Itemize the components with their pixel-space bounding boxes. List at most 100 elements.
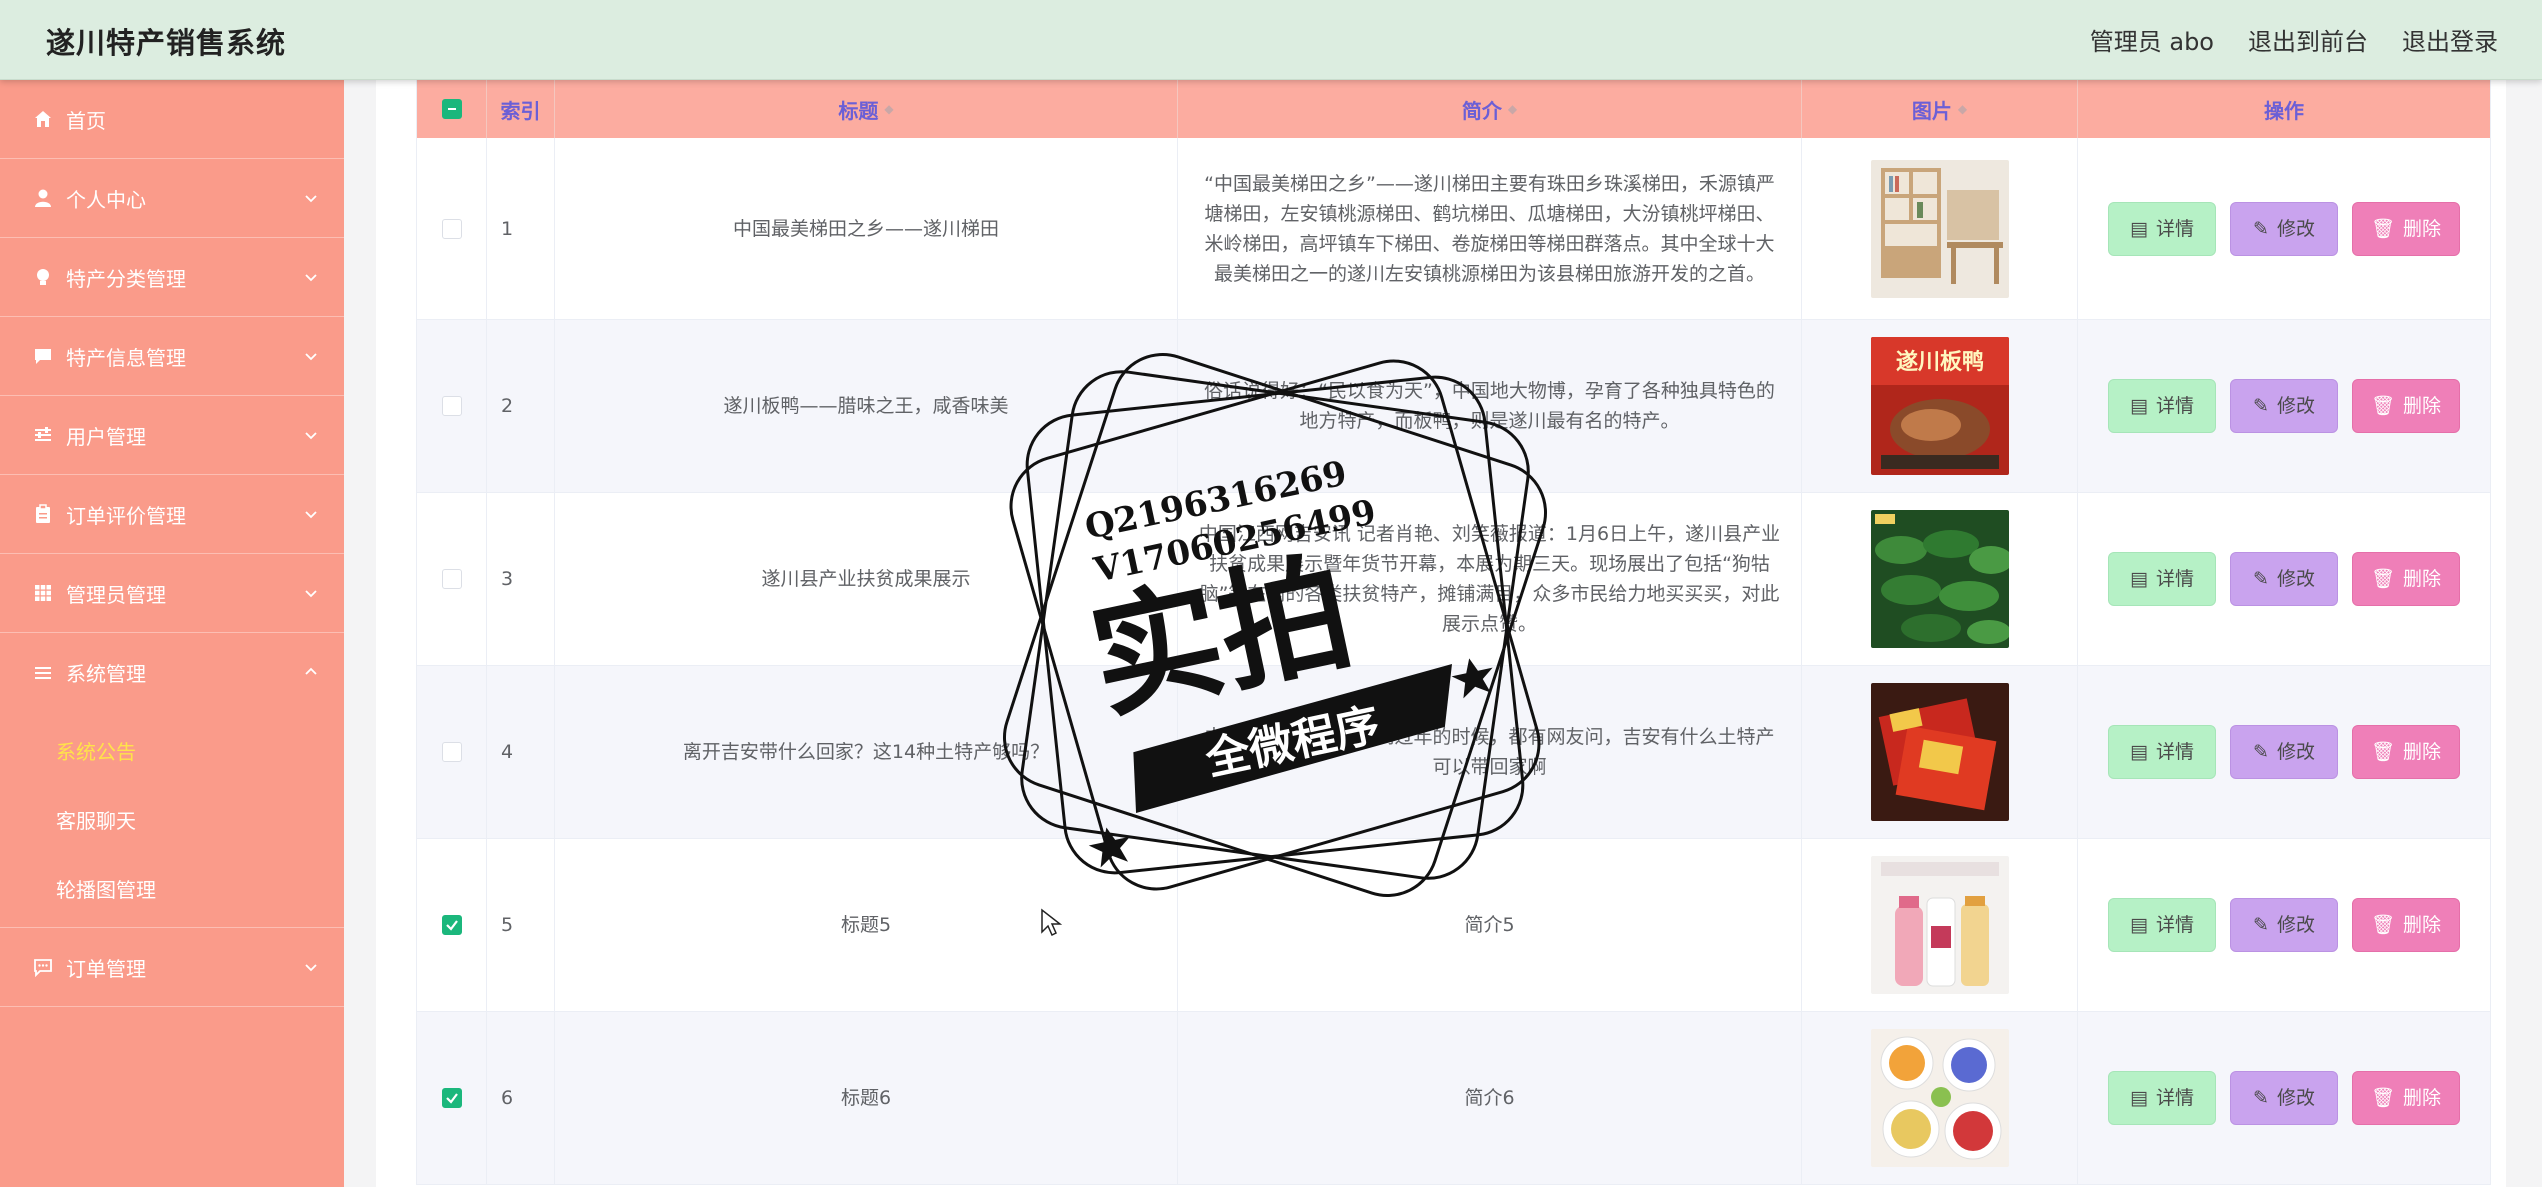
detail-button[interactable]: ▤ 详情 — [2108, 725, 2216, 779]
row-check-cell — [417, 138, 487, 319]
row-image-cell — [1802, 666, 2078, 838]
row-check-cell — [417, 666, 487, 838]
sidebar-item-label: 特产信息管理 — [66, 345, 186, 370]
row-checkbox[interactable] — [441, 569, 462, 589]
sidebar-sub-chat[interactable]: 客服聊天 — [0, 785, 344, 854]
sidebar-item-orders[interactable]: 订单管理 — [0, 928, 344, 1007]
bookshelf-image[interactable] — [1870, 159, 2009, 298]
edit-label: 修改 — [2276, 217, 2315, 240]
gift-box-image[interactable] — [1870, 683, 2009, 821]
user-icon — [32, 187, 54, 209]
header-index: 索引 — [487, 80, 555, 138]
row-index: 5 — [487, 839, 555, 1011]
edit-button[interactable]: ✎ 修改 — [2230, 552, 2338, 606]
sidebar: 首页 个人中心 特产分类管理 特产信息管理 用户管理 订单评价管理 管理员管理 … — [0, 80, 344, 1187]
delete-label: 删除 — [2403, 914, 2442, 936]
detail-button[interactable]: ▤ 详情 — [2108, 898, 2216, 952]
sort-icon[interactable]: ◆ — [1958, 102, 1967, 116]
header-image[interactable]: 图片 ◆ — [1802, 80, 2078, 138]
system-submenu: 系统公告 客服聊天 轮播图管理 — [0, 712, 344, 928]
row-checkbox[interactable] — [441, 218, 462, 239]
sidebar-item-home[interactable]: 首页 — [0, 80, 344, 159]
exit-to-front-link[interactable]: 退出到前台 — [2248, 22, 2368, 57]
admin-user-label[interactable]: 管理员 abo — [2090, 22, 2214, 57]
row-checkbox[interactable] — [441, 396, 462, 416]
document-icon: ▤ — [2130, 741, 2148, 763]
row-image-cell — [1802, 1012, 2078, 1184]
pencil-icon: ✎ — [2253, 395, 2269, 417]
delete-button[interactable]: 🗑 删除 — [2352, 1071, 2460, 1125]
chat-icon — [32, 956, 54, 978]
row-check-cell — [417, 1012, 487, 1184]
row-check-cell — [417, 320, 487, 492]
leaf-wrap-image[interactable] — [1870, 510, 2009, 648]
logout-link[interactable]: 退出登录 — [2402, 22, 2498, 57]
edit-button[interactable]: ✎ 修改 — [2230, 201, 2338, 256]
drink-bottles-image[interactable] — [1870, 856, 2009, 994]
row-intro: 俗话说得好：“民以食为天”，中国地大物博，孕育了各种独具特色的地方特产，而板鸭，… — [1178, 320, 1802, 492]
delete-button[interactable]: 🗑 删除 — [2352, 725, 2460, 779]
sidebar-sub-carousel[interactable]: 轮播图管理 — [0, 854, 344, 923]
detail-button[interactable]: ▤ 详情 — [2108, 1071, 2216, 1125]
row-intro: 简介5 — [1178, 839, 1802, 1011]
sidebar-item-category[interactable]: 特产分类管理 — [0, 238, 344, 317]
edit-button[interactable]: ✎ 修改 — [2230, 1071, 2338, 1125]
detail-button[interactable]: ▤ 详情 — [2108, 201, 2216, 256]
detail-button[interactable]: ▤ 详情 — [2108, 379, 2216, 433]
header-intro[interactable]: 简介 ◆ — [1178, 80, 1802, 138]
row-ops: ▤ 详情 ✎ 修改 🗑 删除 — [2078, 666, 2490, 838]
delete-label: 删除 — [2403, 568, 2442, 590]
sidebar-sub-notice[interactable]: 系统公告 — [0, 716, 344, 785]
delete-label: 删除 — [2403, 395, 2442, 417]
row-ops: ▤ 详情 ✎ 修改 🗑 删除 — [2078, 138, 2490, 319]
delete-button[interactable]: 🗑 删除 — [2352, 379, 2460, 433]
row-checkbox[interactable] — [441, 915, 462, 935]
header-title[interactable]: 标题 ◆ — [555, 80, 1178, 138]
header-actions: 管理员 abo 退出到前台 退出登录 — [2090, 22, 2498, 57]
row-checkbox[interactable] — [441, 742, 462, 762]
delete-label: 删除 — [2403, 741, 2442, 763]
row-title: 标题5 — [555, 839, 1178, 1011]
sidebar-item-product-info[interactable]: 特产信息管理 — [0, 317, 344, 396]
table-row: 3 遂川县产业扶贫成果展示 中国江西网吉安讯 记者肖艳、刘笑薇报道：1月6日上午… — [417, 493, 2490, 666]
fruit-bowls-image[interactable] — [1870, 1029, 2009, 1167]
chevron-down-icon — [305, 964, 317, 972]
top-bar: 遂川特产销售系统 管理员 abo 退出到前台 退出登录 — [0, 0, 2542, 80]
detail-label: 详情 — [2155, 1087, 2194, 1109]
sidebar-item-label: 个人中心 — [66, 187, 146, 212]
sliders-icon — [32, 424, 54, 446]
row-intro: 中国人有个习俗，每到过年的时候，都有网友问，吉安有什么土特产可以带回家啊 — [1178, 666, 1802, 838]
chevron-down-icon — [305, 590, 317, 598]
sidebar-item-label: 订单评价管理 — [66, 503, 186, 528]
pencil-icon: ✎ — [2253, 741, 2269, 763]
edit-button[interactable]: ✎ 修改 — [2230, 725, 2338, 779]
sidebar-item-users[interactable]: 用户管理 — [0, 396, 344, 475]
header-select-all[interactable] — [417, 80, 487, 138]
detail-button[interactable]: ▤ 详情 — [2108, 552, 2216, 606]
sidebar-item-order-review[interactable]: 订单评价管理 — [0, 475, 344, 554]
delete-button[interactable]: 🗑 删除 — [2352, 201, 2460, 256]
duck-product-image[interactable]: 遂川板鸭 — [1870, 337, 2009, 475]
row-checkbox[interactable] — [441, 1088, 462, 1108]
edit-button[interactable]: ✎ 修改 — [2230, 379, 2338, 433]
edit-label: 修改 — [2276, 914, 2315, 936]
row-index: 6 — [487, 1012, 555, 1184]
pencil-icon: ✎ — [2253, 568, 2269, 590]
sidebar-item-profile[interactable]: 个人中心 — [0, 159, 344, 238]
delete-button[interactable]: 🗑 删除 — [2352, 898, 2460, 952]
header-intro-label: 简介 — [1461, 98, 1502, 123]
select-all-checkbox[interactable] — [441, 99, 462, 119]
sort-icon[interactable]: ◆ — [1508, 102, 1517, 116]
delete-button[interactable]: 🗑 删除 — [2352, 552, 2460, 606]
home-icon — [32, 108, 54, 130]
row-image-cell — [1802, 138, 2078, 319]
row-index: 2 — [487, 320, 555, 492]
sort-icon[interactable]: ◆ — [884, 102, 893, 116]
sidebar-item-label: 首页 — [66, 108, 106, 133]
sidebar-item-system[interactable]: 系统管理 — [0, 633, 344, 712]
message-icon — [32, 345, 54, 367]
trash-icon: 🗑 — [2370, 217, 2396, 240]
row-title: 标题6 — [555, 1012, 1178, 1184]
sidebar-item-admins[interactable]: 管理员管理 — [0, 554, 344, 633]
edit-button[interactable]: ✎ 修改 — [2230, 898, 2338, 952]
